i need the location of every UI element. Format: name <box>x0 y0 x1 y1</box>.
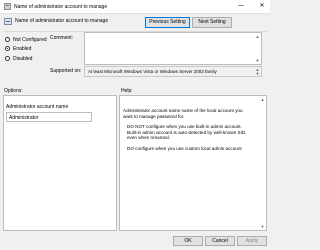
scroll-down-icon[interactable]: ▼ <box>255 58 260 63</box>
window-title: Name of administrator account to manage <box>14 4 108 10</box>
apply-button[interactable]: Apply <box>237 236 267 246</box>
scroll-up-icon[interactable]: ▲ <box>255 34 260 39</box>
radio-enabled-indicator[interactable] <box>5 46 10 51</box>
supported-on-label: Supported on: <box>50 68 82 74</box>
help-paragraph: DO NOT configure when you use built-in a… <box>127 124 247 141</box>
radio-not-configured-label: Not Configured <box>13 36 47 43</box>
close-icon[interactable]: ✕ <box>257 2 267 11</box>
admin-account-name-value: Administrator <box>9 115 39 121</box>
help-paragraph: Administrator account name name of the l… <box>123 108 243 119</box>
policy-setting-icon <box>4 18 12 25</box>
radio-not-configured[interactable]: Not Configured <box>5 36 47 43</box>
ok-button[interactable]: OK <box>173 236 203 246</box>
radio-disabled-indicator[interactable] <box>5 56 10 61</box>
minimize-icon[interactable]: — <box>236 2 246 11</box>
app-icon <box>4 3 11 10</box>
help-paragraph: DO configure when you use custom local a… <box>127 145 242 151</box>
help-scroll-up-icon[interactable]: ▲ <box>260 97 265 102</box>
next-setting-button[interactable]: Next Setting <box>192 17 232 28</box>
supported-on-value: At least Microsoft Windows Vista or Wind… <box>88 69 217 74</box>
options-panel: Administrator account name Administrator <box>3 95 117 231</box>
help-scroll-down-icon[interactable]: ▼ <box>260 224 265 229</box>
comment-label: Comment: <box>50 35 74 41</box>
admin-account-name-label: Administrator account name <box>6 104 69 110</box>
supported-on-box: At least Microsoft Windows Vista or Wind… <box>84 66 262 77</box>
options-title: Options: <box>4 88 23 94</box>
setting-title: Name of administrator account to manage <box>15 18 109 24</box>
admin-account-name-input[interactable]: Administrator <box>6 112 92 122</box>
cancel-button[interactable]: Cancel <box>205 236 235 246</box>
radio-enabled[interactable]: Enabled <box>5 45 31 52</box>
previous-setting-button[interactable]: Previous Setting <box>145 17 190 28</box>
radio-not-configured-indicator[interactable] <box>5 37 10 42</box>
comment-textarea[interactable]: ▲ ▼ <box>84 32 262 65</box>
help-panel: Administrator account name name of the l… <box>119 95 267 231</box>
radio-enabled-label: Enabled <box>13 45 32 52</box>
supported-scroll-down-icon[interactable]: ▼ <box>255 71 260 76</box>
radio-disabled[interactable]: Disabled <box>5 55 32 62</box>
help-title: Help: <box>121 88 133 94</box>
radio-disabled-label: Disabled <box>13 55 33 62</box>
